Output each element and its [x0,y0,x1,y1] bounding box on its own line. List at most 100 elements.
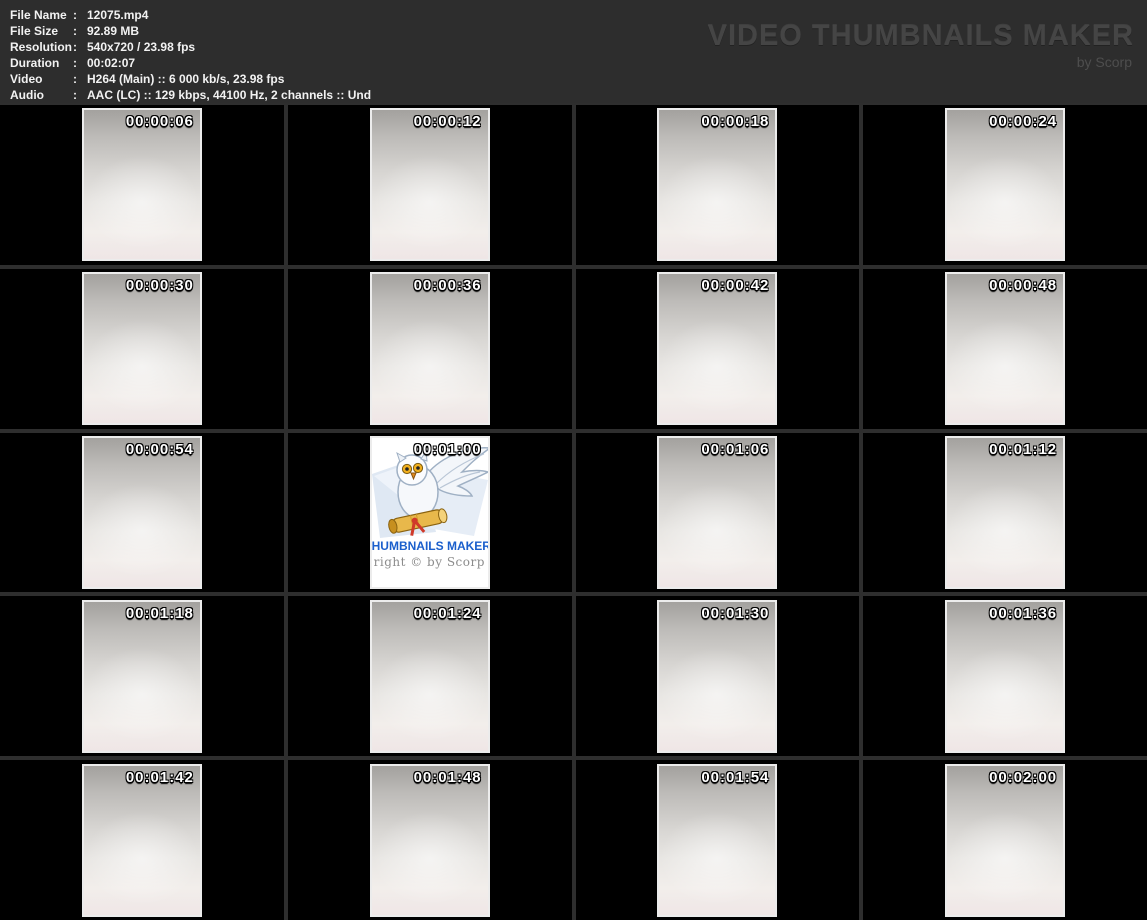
thumbnail-cell: 00:00:30 [0,269,284,429]
timestamp-overlay: 00:00:54 [126,441,194,458]
field-separator: : [73,39,87,55]
contact-sheet: File Name:12075.mp4 File Size:92.89 MB R… [0,0,1147,920]
thumbnail-cell: 00:00:12 [288,105,572,265]
video-frame-placeholder [947,602,1063,751]
timestamp-overlay: 00:01:00 [414,441,482,458]
field-separator: : [73,55,87,71]
video-frame-placeholder [947,438,1063,587]
thumbnail-cell: 00:01:36 [863,596,1147,756]
field-label: Duration [10,55,73,71]
video-thumbnail: 00:00:54 [82,436,202,589]
video-thumbnail: 00:00:36 [370,272,490,425]
video-frame-placeholder [372,766,488,915]
field-label: Video [10,71,73,87]
timestamp-overlay: 00:00:30 [126,277,194,294]
timestamp-overlay: 00:01:06 [701,441,769,458]
thumbnail-cell: 00:00:48 [863,269,1147,429]
video-thumbnail: 00:01:12 [945,436,1065,589]
thumbnail-cell: 00:01:24 [288,596,572,756]
field-separator: : [73,87,87,103]
video-frame-placeholder [947,766,1063,915]
video-thumbnail: 00:00:42 [657,272,777,425]
timestamp-overlay: 00:01:54 [701,769,769,786]
thumbnail-cell: HUMBNAILS MAKER & A right © by Scorp (SU… [288,433,572,593]
timestamp-overlay: 00:00:12 [414,113,482,130]
timestamp-overlay: 00:01:30 [701,605,769,622]
timestamp-overlay: 00:00:48 [989,277,1057,294]
field-value: AAC (LC) :: 129 kbps, 44100 Hz, 2 channe… [87,87,371,103]
thumbnail-cell: 00:01:18 [0,596,284,756]
timestamp-overlay: 00:00:24 [989,113,1057,130]
video-frame-placeholder [84,110,200,259]
video-frame-placeholder [659,110,775,259]
video-thumbnail: 00:01:06 [657,436,777,589]
timestamp-overlay: 00:01:36 [989,605,1057,622]
thumbnail-cell: 00:00:24 [863,105,1147,265]
file-info-row-filesize: File Size:92.89 MB [10,23,371,39]
video-frame-placeholder [659,438,775,587]
video-thumbnail: 00:00:18 [657,108,777,261]
field-separator: : [73,71,87,87]
video-thumbnail: 00:01:30 [657,600,777,753]
thumbnail-cell: 00:00:36 [288,269,572,429]
thumbnail-cell: 00:00:06 [0,105,284,265]
video-thumbnail: 00:01:18 [82,600,202,753]
app-watermark-title: VIDEO THUMBNAILS MAKER [708,20,1134,53]
video-thumbnail: 00:01:48 [370,764,490,917]
thumbnail-cell: 00:02:00 [863,760,1147,920]
vtm-logo-art: HUMBNAILS MAKER & A right © by Scorp (SU… [372,438,488,587]
field-label: File Name [10,7,73,23]
field-label: Audio [10,87,73,103]
vtm-logo-title: HUMBNAILS MAKER & A [372,539,488,553]
field-value: 12075.mp4 [87,7,148,23]
field-label: File Size [10,23,73,39]
video-thumbnail: 00:00:48 [945,272,1065,425]
thumbnail-cell: 00:01:12 [863,433,1147,593]
video-thumbnail: HUMBNAILS MAKER & A right © by Scorp (SU… [370,436,490,589]
video-frame-placeholder [84,438,200,587]
video-thumbnail: 00:01:36 [945,600,1065,753]
thumbnail-cell: 00:00:18 [576,105,860,265]
video-thumbnail: 00:00:24 [945,108,1065,261]
timestamp-overlay: 00:01:24 [414,605,482,622]
timestamp-overlay: 00:01:48 [414,769,482,786]
file-info-list: File Name:12075.mp4 File Size:92.89 MB R… [10,7,371,104]
thumbnail-cell: 00:00:42 [576,269,860,429]
timestamp-overlay: 00:00:42 [701,277,769,294]
video-frame-placeholder [947,274,1063,423]
timestamp-overlay: 00:00:18 [701,113,769,130]
field-value: H264 (Main) :: 6 000 kb/s, 23.98 fps [87,71,284,87]
file-info-row-audio: Audio:AAC (LC) :: 129 kbps, 44100 Hz, 2 … [10,87,371,103]
timestamp-overlay: 00:00:06 [126,113,194,130]
file-info-panel: File Name:12075.mp4 File Size:92.89 MB R… [0,0,1147,105]
video-thumbnail: 00:02:00 [945,764,1065,917]
timestamp-overlay: 00:00:36 [414,277,482,294]
video-frame-placeholder [372,602,488,751]
video-frame-placeholder [659,766,775,915]
file-info-row-video: Video:H264 (Main) :: 6 000 kb/s, 23.98 f… [10,71,371,87]
field-separator: : [73,23,87,39]
field-separator: : [73,7,87,23]
video-frame-placeholder [659,274,775,423]
vtm-logo-copyright: right © by Scorp (SUU D [374,555,488,569]
thumbnail-cell: 00:01:30 [576,596,860,756]
video-frame-placeholder [84,274,200,423]
video-frame-placeholder [947,110,1063,259]
thumbnail-cell: 00:00:54 [0,433,284,593]
file-info-row-resolution: Resolution:540x720 / 23.98 fps [10,39,371,55]
field-value: 540x720 / 23.98 fps [87,39,195,55]
video-thumbnail: 00:00:06 [82,108,202,261]
video-frame-placeholder [84,766,200,915]
thumbnail-grid: 00:00:06 00:00:12 00:00:18 00:00:24 00:0… [0,105,1147,920]
video-thumbnail: 00:00:12 [370,108,490,261]
timestamp-overlay: 00:01:42 [126,769,194,786]
video-thumbnail: 00:01:42 [82,764,202,917]
file-info-row-duration: Duration:00:02:07 [10,55,371,71]
timestamp-overlay: 00:01:12 [989,441,1057,458]
video-thumbnail: 00:01:54 [657,764,777,917]
timestamp-overlay: 00:01:18 [126,605,194,622]
video-frame-placeholder [84,602,200,751]
vtm-logo-title-main: HUMBNAILS MAKER [372,539,488,553]
field-value: 92.89 MB [87,23,139,39]
app-watermark: VIDEO THUMBNAILS MAKER by Scorp [708,20,1134,70]
